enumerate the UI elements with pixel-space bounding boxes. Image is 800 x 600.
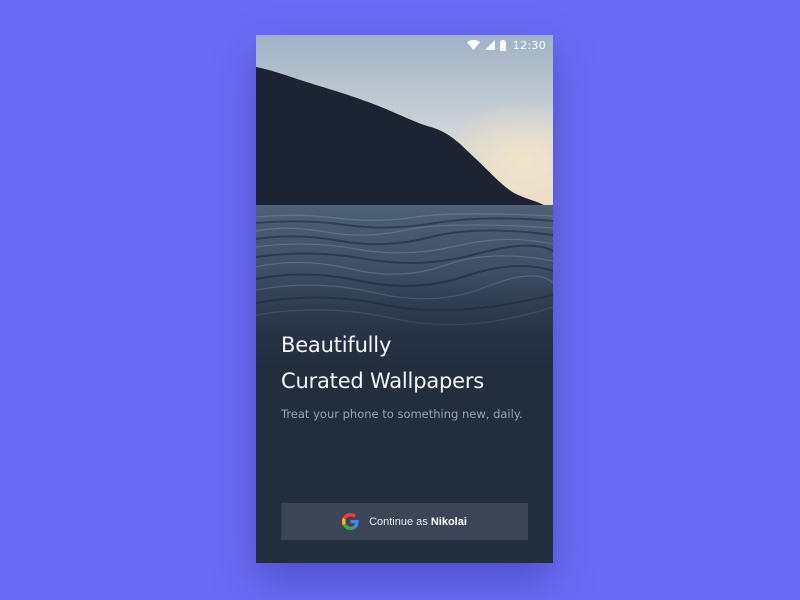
- status-bar: 12:30: [256, 35, 553, 55]
- google-icon: [342, 513, 359, 530]
- wifi-icon: [466, 40, 480, 50]
- signal-icon: [484, 40, 495, 50]
- headline-line-1: Beautifully: [281, 333, 392, 357]
- account-user-name: Nikolai: [430, 515, 467, 528]
- headline: Beautifully Curated Wallpapers: [281, 327, 484, 399]
- status-time: 12:30: [512, 38, 546, 52]
- wallpaper-hero-image: [256, 35, 553, 370]
- phone-screen: 12:30 Beautifully Curated Wallpapers Tre…: [256, 35, 553, 563]
- headline-line-2: Curated Wallpapers: [281, 369, 485, 393]
- subtitle: Treat your phone to something new, daily…: [281, 407, 523, 421]
- continue-with-google-button[interactable]: Continue as Nikolai: [281, 503, 528, 540]
- continue-prefix: Continue as: [369, 515, 428, 528]
- battery-icon: [499, 39, 506, 51]
- continue-button-label: Continue as Nikolai: [369, 516, 467, 528]
